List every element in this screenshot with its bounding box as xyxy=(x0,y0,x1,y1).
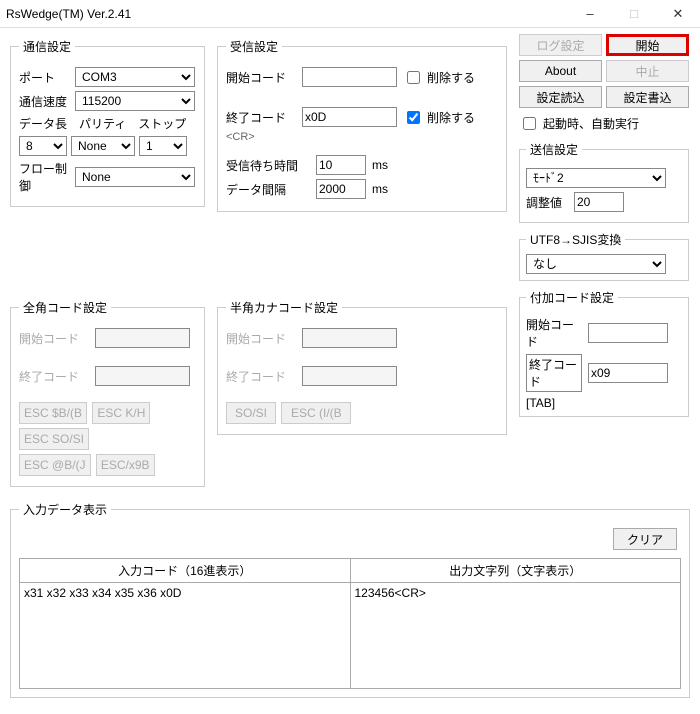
baud-select[interactable]: 115200 xyxy=(75,91,195,111)
clear-button[interactable]: クリア xyxy=(613,528,677,550)
conv-legend: UTF8→SJIS変換 xyxy=(526,231,625,248)
adj-label: 調整値 xyxy=(526,194,568,211)
start-button[interactable]: 開始 xyxy=(606,34,689,56)
autorun-label[interactable]: 起動時、自動実行 xyxy=(519,114,639,133)
send-settings-group: 送信設定 ﾓｰﾄﾞ2 調整値 xyxy=(519,141,689,223)
io-head-in: 入力コード（16進表示） xyxy=(20,559,350,583)
end-delete-checkbox[interactable] xyxy=(407,111,420,124)
zen-start-label: 開始コード xyxy=(19,330,89,347)
zen-btn-1: ESC $B/(B xyxy=(19,402,87,424)
recv-legend: 受信設定 xyxy=(226,38,282,55)
han-btn-1: SO/SI xyxy=(226,402,276,424)
zen-btn-2: ESC K/H xyxy=(92,402,150,424)
io-body-in[interactable]: x31 x32 x33 x34 x35 x36 x0D xyxy=(20,583,350,688)
han-legend: 半角カナコード設定 xyxy=(226,299,342,316)
io-head-out: 出力文字列（文字表示） xyxy=(351,559,681,583)
start-code-label: 開始コード xyxy=(226,69,296,86)
baud-label: 通信速度 xyxy=(19,93,75,110)
add-start-input[interactable] xyxy=(588,323,668,343)
gap-input[interactable] xyxy=(316,179,366,199)
cr-note: <CR> xyxy=(226,131,498,143)
conv-select[interactable]: なし xyxy=(526,254,666,274)
han-start-input xyxy=(302,328,397,348)
parity-select[interactable]: None xyxy=(71,136,135,156)
han-start-label: 開始コード xyxy=(226,330,296,347)
end-code-label: 終了コード xyxy=(226,109,296,126)
han-btn-2: ESC (I/(B xyxy=(281,402,351,424)
settings-read-button[interactable]: 設定読込 xyxy=(519,86,602,108)
start-delete-label[interactable]: 削除する xyxy=(403,68,475,87)
io-body-out[interactable]: 123456<CR> xyxy=(351,583,681,688)
data-label: データ長 xyxy=(19,115,67,132)
io-legend: 入力データ表示 xyxy=(19,501,111,518)
recv-settings-group: 受信設定 開始コード 削除する 終了コード 削除する <CR> xyxy=(217,38,507,212)
start-code-input[interactable] xyxy=(302,67,397,87)
conv-group: UTF8→SJIS変換 なし xyxy=(519,231,689,281)
tab-note: [TAB] xyxy=(526,396,682,410)
close-button[interactable]: ✕ xyxy=(656,0,700,28)
zen-legend: 全角コード設定 xyxy=(19,299,111,316)
data-select[interactable]: 8 xyxy=(19,136,67,156)
about-button[interactable]: About xyxy=(519,60,602,82)
gap-unit: ms xyxy=(372,182,388,196)
port-select[interactable]: COM3 xyxy=(75,67,195,87)
zen-btn-5: ESC/x9B xyxy=(96,454,155,476)
zen-btn-3: ESC SO/SI xyxy=(19,428,89,450)
adj-input[interactable] xyxy=(574,192,624,212)
wait-input[interactable] xyxy=(316,155,366,175)
flow-label: フロー制御 xyxy=(19,160,75,194)
comm-legend: 通信設定 xyxy=(19,38,75,55)
settings-write-button[interactable]: 設定書込 xyxy=(606,86,689,108)
port-label: ポート xyxy=(19,69,75,86)
han-code-group: 半角カナコード設定 開始コード 終了コード SO/SI ESC (I/(B xyxy=(217,299,507,435)
window-title: RsWedge(TM) Ver.2.41 xyxy=(6,7,568,21)
zen-end-label: 終了コード xyxy=(19,368,89,385)
wait-unit: ms xyxy=(372,158,388,172)
zen-end-input xyxy=(95,366,190,386)
han-end-label: 終了コード xyxy=(226,368,296,385)
zen-start-input xyxy=(95,328,190,348)
log-settings-button: ログ設定 xyxy=(519,34,602,56)
comm-settings-group: 通信設定 ポート COM3 通信速度 115200 データ長 パリティ ストップ… xyxy=(10,38,205,207)
parity-label: パリティ xyxy=(79,115,126,132)
start-delete-checkbox[interactable] xyxy=(407,71,420,84)
send-legend: 送信設定 xyxy=(526,141,582,158)
stop-button: 中止 xyxy=(606,60,689,82)
end-delete-label[interactable]: 削除する xyxy=(403,108,475,127)
stop-label: ストップ xyxy=(138,115,186,132)
add-start-label: 開始コード xyxy=(526,316,582,350)
end-code-input[interactable] xyxy=(302,107,397,127)
send-mode-select[interactable]: ﾓｰﾄﾞ2 xyxy=(526,168,666,188)
add-legend: 付加コード設定 xyxy=(526,289,618,306)
han-end-input xyxy=(302,366,397,386)
add-end-label: 終了コード xyxy=(526,354,582,392)
autorun-checkbox[interactable] xyxy=(523,117,536,130)
io-group: 入力データ表示 クリア 入力コード（16進表示） x31 x32 x33 x34… xyxy=(10,501,690,698)
flow-select[interactable]: None xyxy=(75,167,195,187)
zen-btn-4: ESC @B/(J xyxy=(19,454,91,476)
maximize-button: □ xyxy=(612,0,656,28)
gap-label: データ間隔 xyxy=(226,181,310,198)
add-end-input[interactable] xyxy=(588,363,668,383)
minimize-button[interactable]: – xyxy=(568,0,612,28)
stop-select[interactable]: 1 xyxy=(139,136,187,156)
add-code-group: 付加コード設定 開始コード 終了コード [TAB] xyxy=(519,289,689,417)
zen-code-group: 全角コード設定 開始コード 終了コード ESC $B/(B ESC K/H ES… xyxy=(10,299,205,487)
wait-label: 受信待ち時間 xyxy=(226,157,310,174)
